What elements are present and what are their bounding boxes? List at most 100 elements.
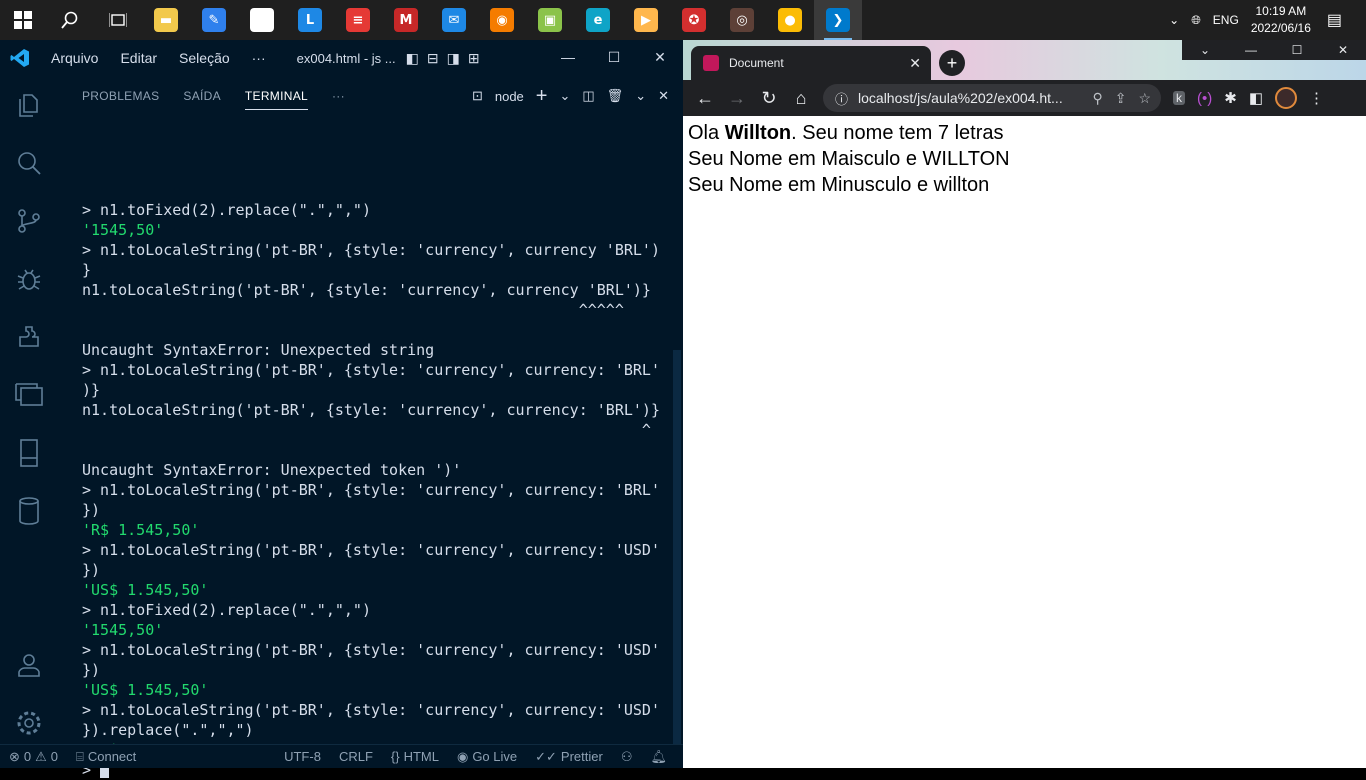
taskbar-app-chrome[interactable]: ● bbox=[766, 0, 814, 40]
extensions-icon[interactable] bbox=[0, 308, 58, 366]
store-icon: ■ bbox=[250, 8, 274, 32]
notebook-icon[interactable] bbox=[0, 424, 58, 482]
terminal-scrollbar[interactable] bbox=[673, 350, 681, 744]
taskbar-app-music-app[interactable]: ◎ bbox=[718, 0, 766, 40]
remote-explorer-icon[interactable] bbox=[0, 366, 58, 424]
chrome-tab-strip: Document ✕ + ⌄ — ☐ ✕ bbox=[683, 40, 1366, 80]
game-app-icon: ▣ bbox=[538, 8, 562, 32]
chrome-menu-icon[interactable]: ⋮ bbox=[1309, 89, 1324, 107]
new-terminal-icon[interactable]: + bbox=[536, 85, 548, 108]
taskbar-app-edge[interactable]: e bbox=[574, 0, 622, 40]
chrome-close-button[interactable]: ✕ bbox=[1320, 40, 1366, 60]
tab-saida[interactable]: SAÍDA bbox=[183, 83, 221, 109]
terminal-line: } bbox=[82, 261, 92, 279]
bell-icon[interactable]: 🔔︎ bbox=[650, 749, 667, 765]
back-arrow-icon[interactable]: ← bbox=[689, 82, 721, 114]
encoding-status[interactable]: UTF-8 bbox=[284, 749, 321, 764]
language-indicator[interactable]: ENG bbox=[1213, 13, 1239, 27]
extension-k-icon[interactable]: k bbox=[1173, 91, 1185, 105]
terminal-output-line: '1545,50' bbox=[82, 621, 164, 639]
site-info-icon[interactable]: ⓘ bbox=[835, 89, 848, 108]
split-terminal-icon[interactable]: ◫ bbox=[582, 88, 594, 104]
share-icon[interactable]: ⇪ bbox=[1115, 90, 1127, 107]
taskbar-search-button[interactable] bbox=[46, 0, 94, 40]
reload-icon[interactable]: ↻ bbox=[753, 82, 785, 114]
close-tab-icon[interactable]: ✕ bbox=[909, 55, 921, 72]
side-panel-icon[interactable]: ◧ bbox=[1249, 89, 1263, 107]
taskbar-app-tool-app[interactable]: ✎ bbox=[190, 0, 238, 40]
taskbar-app-vscode-taskbar[interactable]: ❯ bbox=[814, 0, 862, 40]
connect-status[interactable]: ⌸ Connect bbox=[76, 749, 136, 765]
accounts-status-icon[interactable]: ⚇ bbox=[621, 749, 633, 765]
language-mode-status[interactable]: {} HTML bbox=[391, 749, 439, 764]
menu-editar[interactable]: Editar bbox=[109, 50, 168, 66]
terminal-output[interactable]: > n1.toFixed(2).replace(".",",") '1545,50… bbox=[82, 160, 672, 780]
accounts-icon[interactable] bbox=[0, 636, 58, 694]
minimize-button[interactable]: — bbox=[545, 40, 591, 74]
taskbar-app-game-app[interactable]: ▣ bbox=[526, 0, 574, 40]
forward-arrow-icon[interactable]: → bbox=[721, 82, 753, 114]
toggle-sidebar-icon[interactable]: ◧ bbox=[406, 50, 419, 67]
taskbar-app-ubuntu-app[interactable]: ◉ bbox=[478, 0, 526, 40]
taskbar-clock[interactable]: 10:19 AM 2022/06/16 bbox=[1251, 3, 1311, 37]
new-tab-button[interactable]: + bbox=[939, 50, 965, 76]
extensions-puzzle-icon[interactable]: ✱ bbox=[1224, 89, 1237, 107]
task-view-button[interactable] bbox=[94, 0, 142, 40]
browser-tab[interactable]: Document ✕ bbox=[691, 46, 931, 80]
terminal-line: Uncaught SyntaxError: Unexpected token '… bbox=[82, 461, 462, 479]
problems-status[interactable]: ⊗ 0 ⚠ 0 bbox=[9, 749, 58, 765]
taskbar-app-store[interactable]: ■ bbox=[238, 0, 286, 40]
taskbar-app-file-explorer[interactable]: ▬ bbox=[142, 0, 190, 40]
taskbar-app-emulator[interactable]: ✪ bbox=[670, 0, 718, 40]
terminal-line: Uncaught SyntaxError: Unexpected string bbox=[82, 341, 435, 359]
zoom-icon[interactable]: ⚲ bbox=[1092, 90, 1102, 107]
prettier-status[interactable]: ✓✓ Prettier bbox=[535, 749, 603, 765]
go-live-button[interactable]: ◉ Go Live bbox=[457, 749, 517, 765]
warning-icon: ⚠ bbox=[35, 748, 47, 764]
search-icon[interactable] bbox=[0, 134, 58, 192]
maximize-button[interactable]: ☐ bbox=[591, 40, 637, 74]
chrome-minimize-button[interactable]: — bbox=[1228, 40, 1274, 60]
taskbar-app-mail[interactable]: ✉ bbox=[430, 0, 478, 40]
bookmark-star-icon[interactable]: ☆ bbox=[1138, 90, 1151, 107]
maximize-panel-icon[interactable]: ⌄ bbox=[635, 88, 646, 104]
chevron-down-icon[interactable]: ⌄ bbox=[559, 88, 570, 104]
taskbar-app-video-player[interactable]: ▶ bbox=[622, 0, 670, 40]
tab-terminal[interactable]: TERMINAL bbox=[244, 83, 308, 110]
explorer-icon[interactable] bbox=[0, 76, 58, 134]
terminal-shell-name[interactable]: node bbox=[495, 89, 524, 104]
toggle-panel-icon[interactable]: ⊟ bbox=[427, 50, 439, 67]
database-icon[interactable] bbox=[0, 482, 58, 540]
profile-avatar[interactable] bbox=[1275, 87, 1298, 109]
windows-start-button[interactable] bbox=[0, 0, 46, 40]
double-check-icon: ✓✓ bbox=[535, 748, 557, 764]
chevron-up-icon[interactable]: ⌄ bbox=[1169, 13, 1179, 27]
home-icon[interactable]: ⌂ bbox=[785, 82, 817, 114]
debug-icon[interactable] bbox=[0, 250, 58, 308]
panel-more-button[interactable]: ··· bbox=[332, 83, 345, 109]
taskbar-app-media-app[interactable]: ≡ bbox=[334, 0, 382, 40]
close-window-button[interactable]: ✕ bbox=[637, 40, 683, 74]
url-text[interactable]: localhost/js/aula%202/ex004.ht... bbox=[858, 90, 1092, 106]
menu-selecao[interactable]: Seleção bbox=[168, 50, 241, 66]
terminal-line: > n1.toLocaleString('pt-BR', {style: 'cu… bbox=[82, 541, 660, 559]
menu-more[interactable]: ··· bbox=[241, 50, 277, 66]
notifications-icon[interactable]: ▤ bbox=[1327, 10, 1342, 30]
customize-layout-icon[interactable]: ⊞ bbox=[468, 50, 480, 67]
chrome-maximize-button[interactable]: ☐ bbox=[1274, 40, 1320, 60]
menu-arquivo[interactable]: Arquivo bbox=[40, 50, 109, 66]
close-panel-icon[interactable]: ✕ bbox=[658, 88, 669, 104]
tab-problemas[interactable]: PROBLEMAS bbox=[82, 83, 159, 109]
source-control-icon[interactable] bbox=[0, 192, 58, 250]
vscode-window: Arquivo Editar Seleção ··· ex004.html - … bbox=[0, 40, 683, 779]
address-bar[interactable]: ⓘ localhost/js/aula%202/ex004.ht... ⚲ ⇪ … bbox=[823, 84, 1161, 112]
tab-search-chevron-icon[interactable]: ⌄ bbox=[1182, 40, 1228, 60]
kill-terminal-icon[interactable]: 🗑︎ bbox=[607, 88, 624, 104]
extension-brackets-icon[interactable]: (•) bbox=[1197, 90, 1212, 107]
toggle-secondary-sidebar-icon[interactable]: ◨ bbox=[447, 50, 460, 67]
taskbar-app-l-app[interactable]: L bbox=[286, 0, 334, 40]
taskbar-app-mcafee[interactable]: M bbox=[382, 0, 430, 40]
globe-icon[interactable]: 🌐︎ bbox=[1191, 13, 1201, 28]
eol-status[interactable]: CRLF bbox=[339, 749, 373, 764]
